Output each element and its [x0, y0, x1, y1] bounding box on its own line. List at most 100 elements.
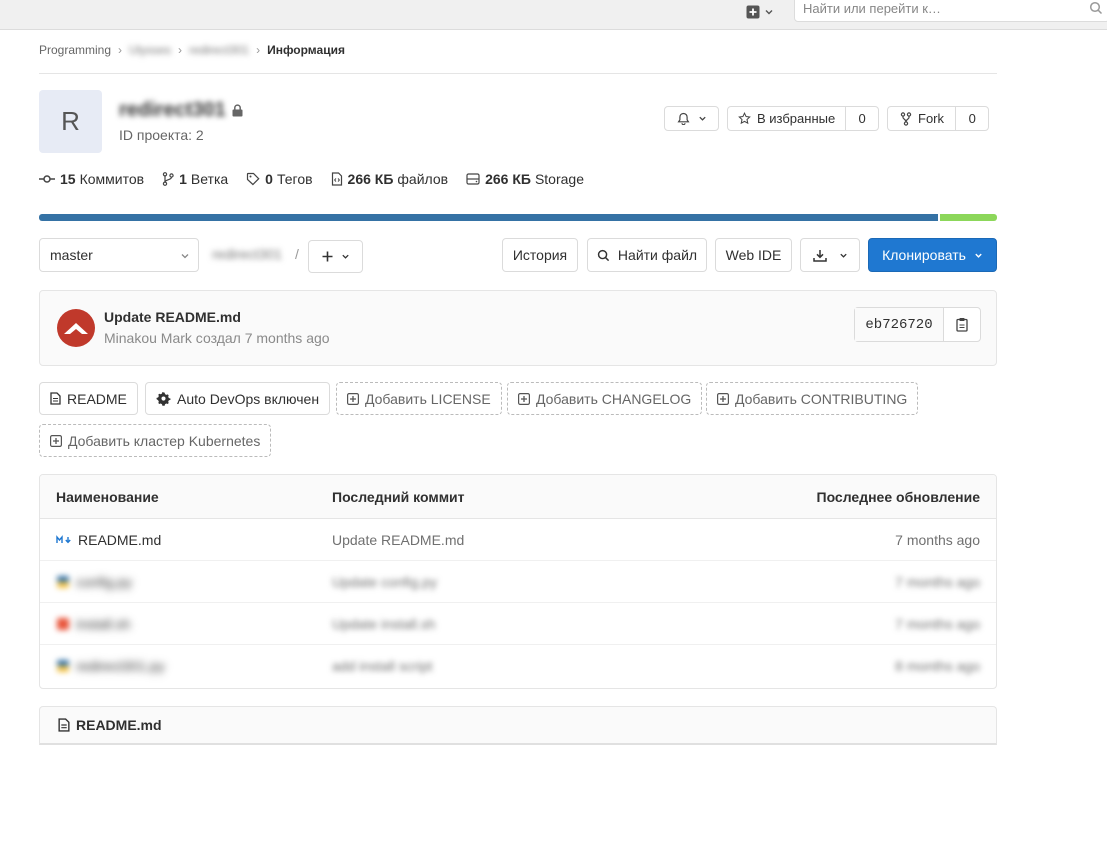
column-header-last-update: Последнее обновление [816, 488, 981, 505]
tags-link[interactable]: 0 Тегов [246, 171, 313, 187]
table-row[interactable]: install.sh Update install.sh 7 months ag… [40, 603, 996, 645]
author-avatar[interactable] [57, 309, 95, 347]
autodevops-label: Auto DevOps включен [177, 390, 320, 407]
plus-icon [322, 251, 332, 262]
language-segment[interactable] [939, 214, 997, 221]
table-row[interactable]: redirect301.py add install script 8 mont… [40, 645, 996, 687]
star-count[interactable]: 0 [845, 107, 878, 130]
author-avatar-image [64, 323, 88, 334]
find-file-button[interactable]: Найти файл [587, 238, 707, 272]
file-name-cell[interactable]: install.sh [56, 616, 130, 632]
python-file-icon [57, 660, 69, 672]
commits-link[interactable]: 15 Коммитов [39, 171, 144, 187]
file-name-cell[interactable]: config.py [56, 574, 132, 590]
readme-shortcut[interactable]: README [39, 382, 138, 415]
storage-icon [466, 173, 480, 185]
find-file-label: Найти файл [617, 247, 698, 263]
breadcrumb-group[interactable]: Programming [39, 43, 111, 57]
add-kubernetes-label: Добавить кластер Kubernetes [68, 432, 261, 449]
breadcrumb-subgroup[interactable]: Ulysses [129, 43, 171, 57]
clone-label: Клонировать [882, 247, 966, 263]
web-ide-button[interactable]: Web IDE [715, 238, 792, 272]
download-dropdown[interactable] [800, 238, 860, 272]
clipboard-icon [956, 318, 968, 332]
file-name-cell[interactable]: README.md [56, 532, 161, 548]
file-last-commit[interactable]: Update install.sh [332, 616, 436, 632]
file-name-cell[interactable]: redirect301.py [56, 658, 165, 674]
file-name: redirect301.py [76, 658, 165, 674]
commit-sha[interactable]: eb726720 [855, 308, 944, 341]
star-button[interactable]: В избранные 0 [727, 106, 879, 131]
breadcrumb-separator: › [256, 43, 261, 57]
file-updated: 7 months ago [895, 573, 980, 590]
branches-link[interactable]: 1 Ветка [162, 171, 228, 187]
search-icon [597, 249, 610, 261]
commit-icon [39, 175, 55, 183]
storage-link[interactable]: 266 КБ Storage [466, 171, 584, 187]
file-icon [331, 172, 342, 186]
language-segment[interactable] [39, 214, 938, 221]
repo-path-root[interactable]: redirect301 [212, 246, 282, 262]
commit-title[interactable]: Update README.md [104, 309, 241, 325]
add-license-button[interactable]: Добавить LICENSE [336, 382, 502, 415]
branch-selector[interactable]: master [39, 238, 199, 272]
file-updated: 8 months ago [895, 658, 980, 674]
new-dropdown-button[interactable] [740, 0, 780, 24]
breadcrumb-current[interactable]: Информация [267, 43, 345, 57]
markdown-icon [56, 534, 71, 543]
python-file-icon [57, 575, 69, 588]
file-updated: 7 months ago [895, 531, 980, 548]
tags-label: Тегов [276, 171, 313, 187]
gear-icon [156, 391, 171, 406]
clone-dropdown-button[interactable]: Клонировать [868, 238, 997, 272]
add-kubernetes-button[interactable]: Добавить кластер Kubernetes [39, 424, 272, 457]
autodevops-shortcut[interactable]: Auto DevOps включен [145, 382, 331, 415]
chevron-down-icon [975, 253, 982, 258]
search-box [794, 0, 1107, 22]
file-last-commit[interactable]: add install script [332, 658, 432, 674]
fork-count[interactable]: 0 [955, 107, 988, 130]
add-to-tree-dropdown[interactable] [308, 240, 363, 273]
table-row[interactable]: README.md Update README.md 7 months ago [40, 519, 996, 561]
download-icon [812, 249, 827, 262]
files-link[interactable]: 266 КБ файлов [331, 171, 448, 187]
breadcrumb-separator: › [178, 43, 183, 57]
copy-sha-button[interactable] [944, 308, 980, 341]
add-contributing-button[interactable]: Добавить CONTRIBUTING [706, 382, 919, 415]
chevron-down-icon [839, 253, 847, 258]
history-button[interactable]: История [502, 238, 578, 272]
add-changelog-label: Добавить CHANGELOG [536, 390, 692, 407]
add-license-label: Добавить LICENSE [365, 390, 491, 407]
divider [39, 73, 997, 74]
search-icon [1089, 1, 1103, 15]
search-input[interactable] [803, 0, 1083, 21]
fork-icon [900, 111, 912, 126]
file-last-commit[interactable]: Update README.md [332, 532, 464, 548]
add-contributing-label: Добавить CONTRIBUTING [735, 390, 908, 407]
column-header-last-commit: Последний коммит [332, 488, 465, 505]
commits-count: 15 [60, 171, 76, 187]
files-size: 266 КБ [347, 171, 394, 187]
file-name: install.sh [76, 615, 131, 632]
chevron-down-icon [698, 116, 706, 121]
breadcrumb: Programming › Ulysses › redirect301 › Ин… [39, 42, 345, 58]
fork-button[interactable]: Fork 0 [887, 106, 989, 131]
breadcrumb-project[interactable]: redirect301 [189, 43, 249, 57]
file-name: config.py [76, 573, 133, 590]
repository-languages-bar [39, 214, 997, 221]
plus-square-icon [717, 392, 729, 405]
tag-icon [247, 172, 260, 186]
project-avatar: R [39, 90, 102, 153]
chevron-down-icon [341, 254, 349, 259]
file-text-icon [50, 392, 61, 405]
file-last-commit[interactable]: Update config.py [332, 574, 437, 590]
project-title: redirect301 [119, 99, 226, 121]
table-row[interactable]: config.py Update config.py 7 months ago [40, 561, 996, 603]
readme-panel-title[interactable]: README.md [76, 717, 162, 733]
commit-sha-group: eb726720 [854, 307, 981, 342]
commits-label: Коммитов [79, 171, 145, 187]
star-label: В избранные [757, 111, 836, 126]
notifications-dropdown[interactable] [664, 106, 719, 131]
add-changelog-button[interactable]: Добавить CHANGELOG [507, 382, 703, 415]
file-tree-table: Наименование Последний коммит Последнее … [39, 474, 997, 689]
